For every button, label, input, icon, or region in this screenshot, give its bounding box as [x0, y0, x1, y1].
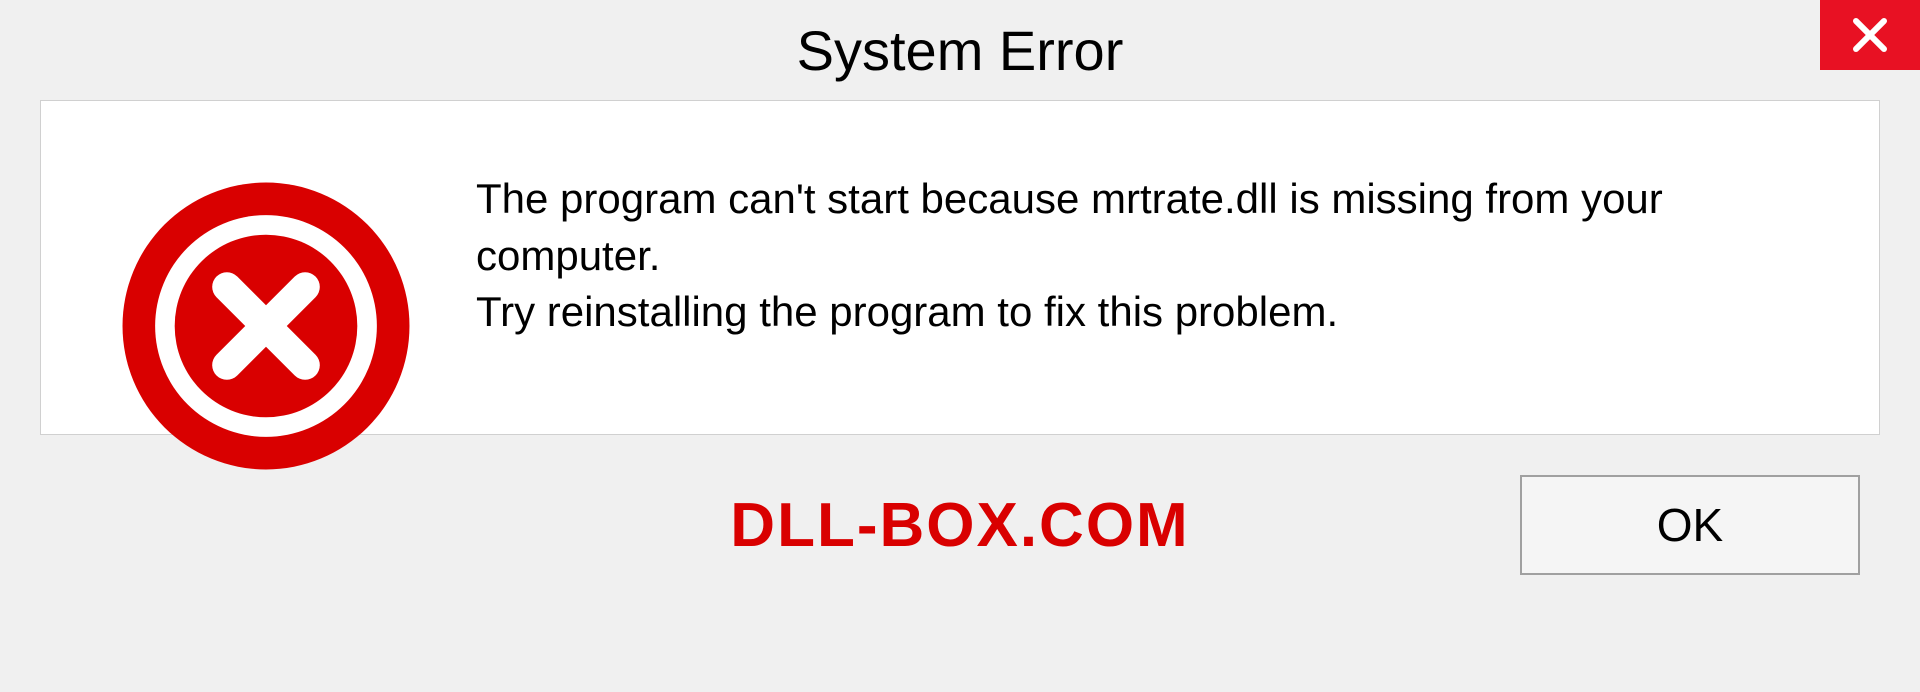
close-button[interactable]	[1820, 0, 1920, 70]
content-area: The program can't start because mrtrate.…	[40, 100, 1880, 435]
title-bar: System Error	[0, 0, 1920, 100]
error-icon	[116, 176, 416, 476]
footer-area: DLL-BOX.COM OK	[40, 435, 1880, 615]
ok-button-label: OK	[1657, 498, 1723, 552]
dialog-title: System Error	[797, 18, 1124, 83]
error-icon-wrap	[116, 176, 416, 476]
close-icon	[1852, 17, 1888, 53]
message-wrap: The program can't start because mrtrate.…	[476, 171, 1819, 341]
watermark-text: DLL-BOX.COM	[730, 490, 1189, 561]
message-line-1: The program can't start because mrtrate.…	[476, 171, 1819, 284]
ok-button[interactable]: OK	[1520, 475, 1860, 575]
message-line-2: Try reinstalling the program to fix this…	[476, 284, 1819, 341]
